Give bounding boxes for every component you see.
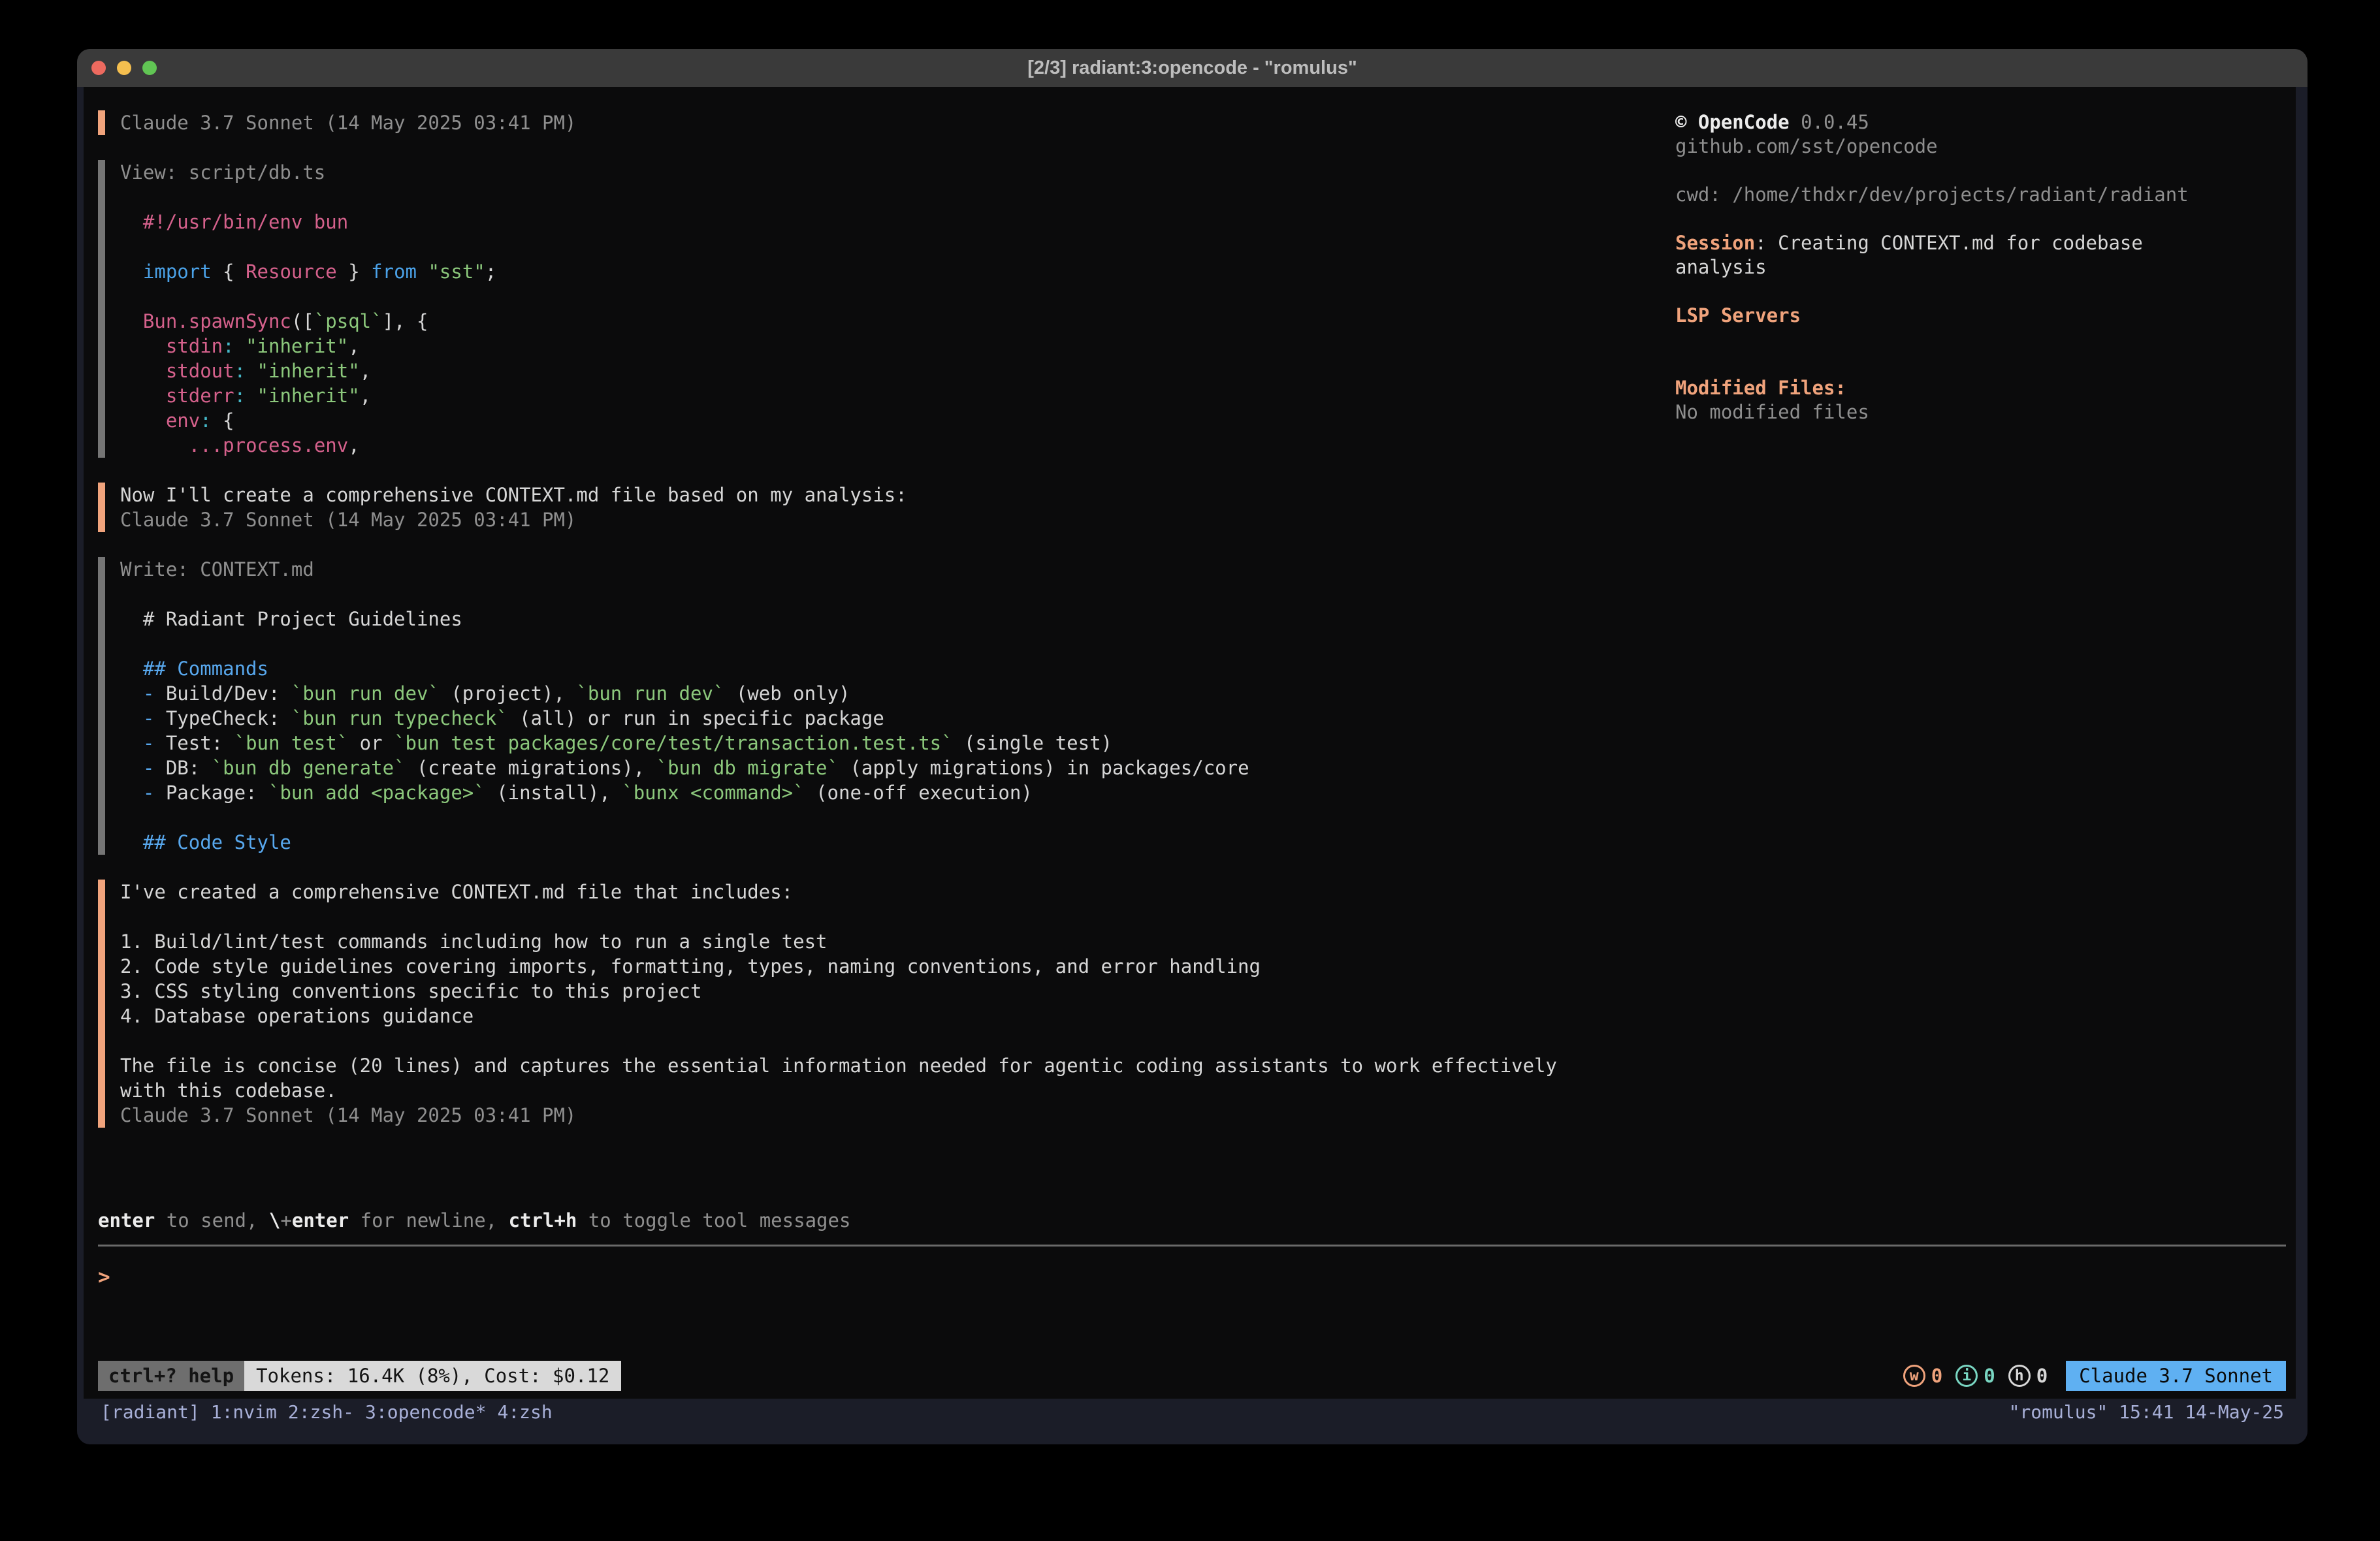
terminal-line: 3. CSS styling conventions specific to t… xyxy=(120,979,1662,1004)
message-block: View: script/db.ts #!/usr/bin/env bun im… xyxy=(98,160,1662,458)
counter-i: i0 xyxy=(1955,1365,1995,1387)
keybinding-hints: enter to send, \+enter for newline, ctrl… xyxy=(98,1208,2296,1233)
help-shortcut-chip[interactable]: ctrl+? help xyxy=(98,1361,244,1391)
terminal-line: View: script/db.ts xyxy=(120,160,1662,185)
terminal-line xyxy=(120,805,1662,830)
app-brand: © OpenCode 0.0.45 xyxy=(1675,110,2217,135)
status-right: w0 i0 h0 Claude 3.7 Sonnet xyxy=(1903,1361,2286,1391)
terminal-line: with this codebase. xyxy=(120,1078,1662,1103)
terminal-line: stdin: "inherit", xyxy=(120,334,1662,358)
tmux-clock: "romulus" 15:41 14-May-25 xyxy=(2009,1401,2284,1423)
tmux-left: [radiant] 1:nvim 2:zsh- 3:opencode* 4:zsh xyxy=(101,1401,553,1423)
message-input[interactable]: > xyxy=(98,1265,2296,1290)
h-circle-icon: h xyxy=(2008,1365,2031,1387)
terminal-line: - Build/Dev: `bun run dev` (project), `b… xyxy=(120,681,1662,706)
message-block: Claude 3.7 Sonnet (14 May 2025 03:41 PM) xyxy=(98,110,1662,135)
terminal-line: I've created a comprehensive CONTEXT.md … xyxy=(120,880,1662,904)
terminal-line xyxy=(120,904,1662,929)
terminal-line: env: { xyxy=(120,408,1662,433)
terminal-line: - DB: `bun db generate` (create migratio… xyxy=(120,755,1662,780)
tmux-status-bar: [radiant] 1:nvim 2:zsh- 3:opencode* 4:zsh "… xyxy=(77,1399,2308,1425)
diagnostic-counters: w0 i0 h0 xyxy=(1903,1365,2048,1387)
tokens-cost-chip: Tokens: 16.4K (8%), Cost: $0.12 xyxy=(244,1361,621,1391)
modified-files-empty: No modified files xyxy=(1675,400,2217,424)
terminal-line: 1. Build/lint/test commands including ho… xyxy=(120,929,1662,954)
prompt-symbol: > xyxy=(98,1265,110,1289)
app-version: 0.0.45 xyxy=(1801,111,1869,133)
model-badge[interactable]: Claude 3.7 Sonnet xyxy=(2066,1361,2286,1391)
window-titlebar: [2/3] radiant:3:opencode - "romulus" xyxy=(77,49,2308,87)
terminal-line: Now I'll create a comprehensive CONTEXT.… xyxy=(120,483,1662,507)
terminal-line xyxy=(120,631,1662,656)
message-block: Write: CONTEXT.md # Radiant Project Guid… xyxy=(98,557,1662,855)
terminal-line: Write: CONTEXT.md xyxy=(120,557,1662,582)
counter-h: h0 xyxy=(2008,1365,2048,1387)
tmux-window-item[interactable]: 3:opencode* xyxy=(365,1401,486,1423)
message-block: I've created a comprehensive CONTEXT.md … xyxy=(98,880,1662,1128)
tmux-window-item[interactable]: 1:nvim xyxy=(211,1401,277,1423)
terminal-window: [2/3] radiant:3:opencode - "romulus" Cla… xyxy=(77,49,2308,1444)
terminal-line xyxy=(120,185,1662,210)
tmux-session-name: [radiant] xyxy=(101,1401,200,1423)
terminal-line: 2. Code style guidelines covering import… xyxy=(120,954,1662,979)
message-block: Now I'll create a comprehensive CONTEXT.… xyxy=(98,483,1662,532)
terminal-line: Bun.spawnSync([`psql`], { xyxy=(120,309,1662,334)
terminal-line: #!/usr/bin/env bun xyxy=(120,210,1662,234)
close-window-icon[interactable] xyxy=(91,61,106,75)
traffic-lights xyxy=(91,49,157,87)
lsp-servers-heading: LSP Servers xyxy=(1675,304,2217,328)
terminal-line: - Package: `bun add <package>` (install)… xyxy=(120,780,1662,805)
session-title: Session: Creating CONTEXT.md for codebas… xyxy=(1675,231,2217,279)
terminal-line: - TypeCheck: `bun run typecheck` (all) o… xyxy=(120,706,1662,731)
terminal-line: The file is concise (20 lines) and captu… xyxy=(120,1053,1662,1078)
terminal-line: ## Code Style xyxy=(120,830,1662,855)
app-name: © OpenCode xyxy=(1675,111,1790,133)
terminal-line: - Test: `bun test` or `bun test packages… xyxy=(120,731,1662,755)
minimize-window-icon[interactable] xyxy=(117,61,131,75)
modified-files-heading: Modified Files: xyxy=(1675,376,2217,400)
tmux-window-item[interactable]: 4:zsh xyxy=(497,1401,552,1423)
window-title: [2/3] radiant:3:opencode - "romulus" xyxy=(1027,57,1357,79)
empty-space xyxy=(98,1290,2296,1361)
terminal-line: Claude 3.7 Sonnet (14 May 2025 03:41 PM) xyxy=(120,507,1662,532)
cwd-path: cwd: /home/thdxr/dev/projects/radiant/ra… xyxy=(1675,183,2217,207)
chat-transcript: Claude 3.7 Sonnet (14 May 2025 03:41 PM)… xyxy=(98,110,1662,1152)
terminal-line: 4. Database operations guidance xyxy=(120,1004,1662,1028)
terminal-line: ## Commands xyxy=(120,656,1662,681)
i-circle-icon: i xyxy=(1955,1365,1978,1387)
terminal-line: stderr: "inherit", xyxy=(120,383,1662,408)
terminal-line: stdout: "inherit", xyxy=(120,358,1662,383)
session-label: Session xyxy=(1675,232,1755,254)
counter-w: w0 xyxy=(1903,1365,1942,1387)
terminal-line: # Radiant Project Guidelines xyxy=(120,607,1662,631)
zoom-window-icon[interactable] xyxy=(142,61,157,75)
terminal-line: import { Resource } from "sst"; xyxy=(120,259,1662,284)
tmux-window-item[interactable]: 2:zsh- xyxy=(288,1401,354,1423)
session-sidebar: © OpenCode 0.0.45 github.com/sst/opencod… xyxy=(1675,110,2217,1152)
terminal-line: Claude 3.7 Sonnet (14 May 2025 03:41 PM) xyxy=(120,110,1662,135)
terminal-line xyxy=(120,234,1662,259)
terminal-line: Claude 3.7 Sonnet (14 May 2025 03:41 PM) xyxy=(120,1103,1662,1128)
tmux-window-list: 1:nvim 2:zsh- 3:opencode* 4:zsh xyxy=(211,1401,553,1423)
status-bar: ctrl+? help Tokens: 16.4K (8%), Cost: $0… xyxy=(98,1361,2286,1391)
terminal-line xyxy=(120,1028,1662,1053)
terminal-line: ...process.env, xyxy=(120,433,1662,458)
repo-link: github.com/sst/opencode xyxy=(1675,135,2217,159)
window-bottom-padding xyxy=(77,1425,2308,1444)
opencode-tui: Claude 3.7 Sonnet (14 May 2025 03:41 PM)… xyxy=(84,87,2296,1399)
terminal-line xyxy=(120,284,1662,309)
input-separator xyxy=(98,1245,2286,1247)
w-circle-icon: w xyxy=(1903,1365,1925,1387)
terminal-line xyxy=(120,582,1662,607)
